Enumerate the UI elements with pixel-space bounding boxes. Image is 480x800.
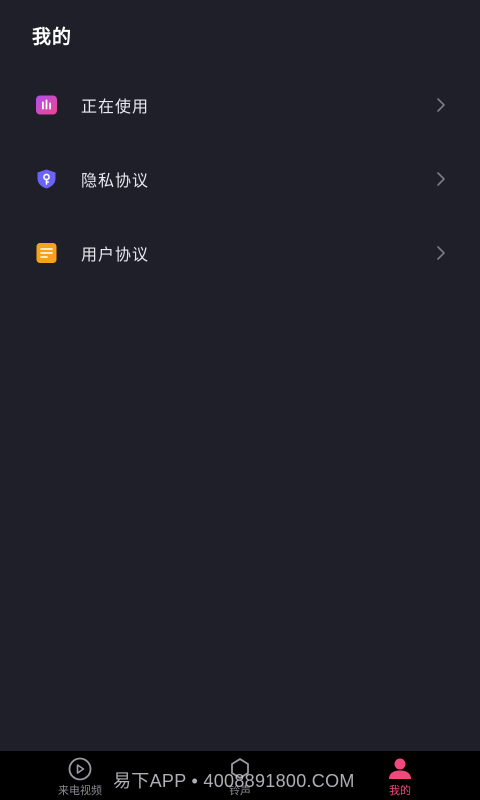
chevron-right-icon — [437, 172, 445, 186]
bell-icon — [231, 758, 249, 779]
settings-menu: 正在使用 隐私协议 用户协议 — [0, 68, 480, 290]
menu-item-label: 隐私协议 — [81, 171, 150, 190]
tab-label: 铃声 — [229, 784, 251, 797]
profile-screen: 我的 正在使用 隐私协议 用户协议 来电视频 铃声 我的 易下APP • 400… — [0, 0, 480, 800]
play-circle-icon — [68, 757, 92, 781]
tab-label: 来电视频 — [58, 784, 102, 797]
shield-key-icon — [37, 169, 56, 189]
tab-mine[interactable]: 我的 — [360, 751, 440, 800]
person-icon — [389, 758, 411, 779]
menu-item-label: 正在使用 — [81, 97, 150, 116]
menu-item-in-use[interactable]: 正在使用 — [0, 68, 480, 142]
tab-ringtone[interactable]: 铃声 — [200, 751, 280, 800]
bottom-tab-bar: 来电视频 铃声 我的 — [0, 751, 480, 800]
chevron-right-icon — [437, 98, 445, 112]
tab-call-video[interactable]: 来电视频 — [40, 751, 120, 800]
chevron-right-icon — [437, 246, 445, 260]
menu-item-label: 用户协议 — [81, 245, 150, 264]
menu-item-privacy[interactable]: 隐私协议 — [0, 142, 480, 216]
page-title: 我的 — [32, 26, 73, 48]
menu-item-user-agreement[interactable]: 用户协议 — [0, 216, 480, 290]
equalizer-icon — [36, 95, 57, 115]
tab-label: 我的 — [389, 784, 411, 797]
document-icon — [36, 243, 57, 263]
